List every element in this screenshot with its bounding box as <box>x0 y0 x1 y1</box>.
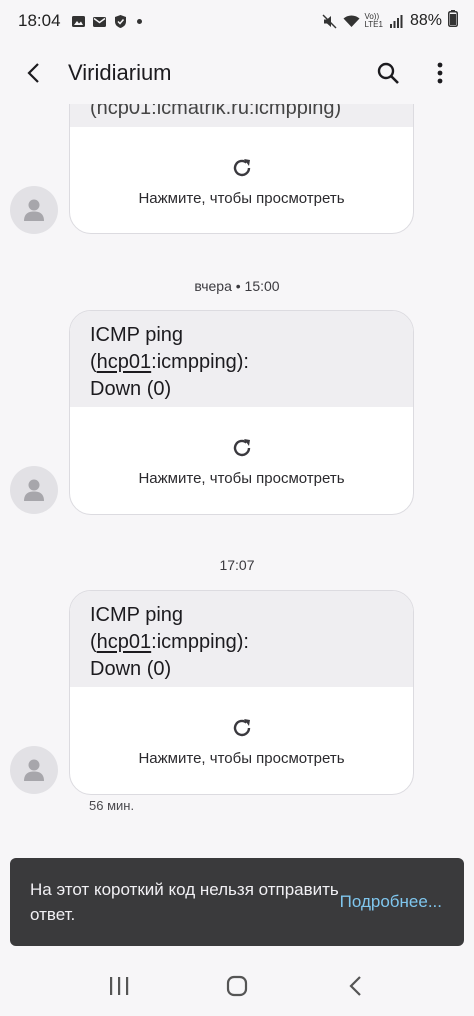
message-bubble[interactable]: (hcp01:icmatrik.ru:icmpping) Нажмите, чт… <box>69 104 414 234</box>
person-icon <box>24 759 44 781</box>
back-nav-icon[interactable] <box>335 966 375 1006</box>
status-bar-right: Vo)) LTE1 88% <box>322 10 458 32</box>
image-icon <box>71 14 86 29</box>
tap-to-view[interactable]: Нажмите, чтобы просмотреть <box>70 127 413 233</box>
conversation-list[interactable]: (hcp01:icmatrik.ru:icmpping) Нажмите, чт… <box>0 104 474 850</box>
search-icon[interactable] <box>368 53 408 93</box>
person-icon <box>24 479 44 501</box>
app-bar: Viridiarium <box>0 42 474 104</box>
status-bar-left: 18:04 <box>18 11 142 31</box>
message-bubble[interactable]: ICMP ping (hcp01:icmpping): Down (0) Наж… <box>69 590 414 795</box>
snackbar-more-button[interactable]: Подробнее... <box>340 892 442 912</box>
volte-icon: Vo)) LTE1 <box>364 12 383 29</box>
navigation-bar <box>0 956 474 1016</box>
avatar <box>10 466 58 514</box>
message-line-rest: :icmpping): <box>151 631 249 653</box>
notification-dot-icon <box>136 18 142 24</box>
tap-to-view-label: Нажмите, чтобы просмотреть <box>138 469 345 487</box>
recent-apps-icon[interactable] <box>99 966 139 1006</box>
message-line: (hcp01:icmpping): <box>90 351 249 373</box>
battery-icon <box>448 10 458 32</box>
battery-percent: 88% <box>409 12 442 29</box>
refresh-icon <box>233 158 250 176</box>
person-icon <box>24 199 44 221</box>
message-line: ICMP ping <box>90 324 184 346</box>
tap-to-view-label: Нажмите, чтобы просмотреть <box>138 189 345 207</box>
snackbar-text: На этот короткий код нельзя отправить от… <box>30 880 339 924</box>
mute-icon <box>322 14 337 29</box>
more-vert-icon[interactable] <box>420 53 460 93</box>
tap-to-view-label: Нажмите, чтобы просмотреть <box>138 749 345 767</box>
avatar <box>10 186 58 234</box>
wifi-icon <box>343 14 360 29</box>
shield-icon <box>113 14 128 29</box>
timestamp: вчера • 15:00 <box>194 278 280 294</box>
refresh-icon <box>233 718 250 736</box>
mail-icon <box>92 14 107 29</box>
status-bar: 18:04 Vo)) LTE1 88% <box>0 0 474 42</box>
host-link[interactable]: hcp01 <box>97 631 152 653</box>
host-link[interactable]: hcp01 <box>97 351 152 373</box>
home-icon[interactable] <box>217 966 257 1006</box>
network-label: LTE1 <box>364 20 383 29</box>
message-line: Down (0) <box>90 658 172 680</box>
message-text: (hcp01:icmatrik.ru:icmpping) <box>70 104 413 127</box>
message-text-partial: (hcp01:icmatrik.ru:icmpping) <box>90 104 342 119</box>
message-line-rest: :icmpping): <box>151 351 249 373</box>
message-line: ICMP ping <box>90 604 184 626</box>
conversation-title: Viridiarium <box>68 60 172 85</box>
reply-unavailable-snackbar: На этот короткий код нельзя отправить от… <box>10 858 464 946</box>
avatar <box>10 746 58 794</box>
message-text: ICMP ping (hcp01:icmpping): Down (0) <box>70 591 413 687</box>
message-bubble[interactable]: ICMP ping (hcp01:icmpping): Down (0) Наж… <box>69 310 414 515</box>
tap-to-view[interactable]: Нажмите, чтобы просмотреть <box>70 687 413 794</box>
signal-icon <box>389 14 404 29</box>
message-line: Down (0) <box>90 378 172 400</box>
message-line: (hcp01:icmpping): <box>90 631 249 653</box>
message-time-meta: 56 мин. <box>89 798 135 813</box>
refresh-icon <box>233 438 250 456</box>
back-arrow-icon[interactable] <box>14 53 54 93</box>
status-time: 18:04 <box>18 11 61 30</box>
message-text: ICMP ping (hcp01:icmpping): Down (0) <box>70 311 413 407</box>
timestamp: 17:07 <box>219 557 255 573</box>
tap-to-view[interactable]: Нажмите, чтобы просмотреть <box>70 407 413 514</box>
